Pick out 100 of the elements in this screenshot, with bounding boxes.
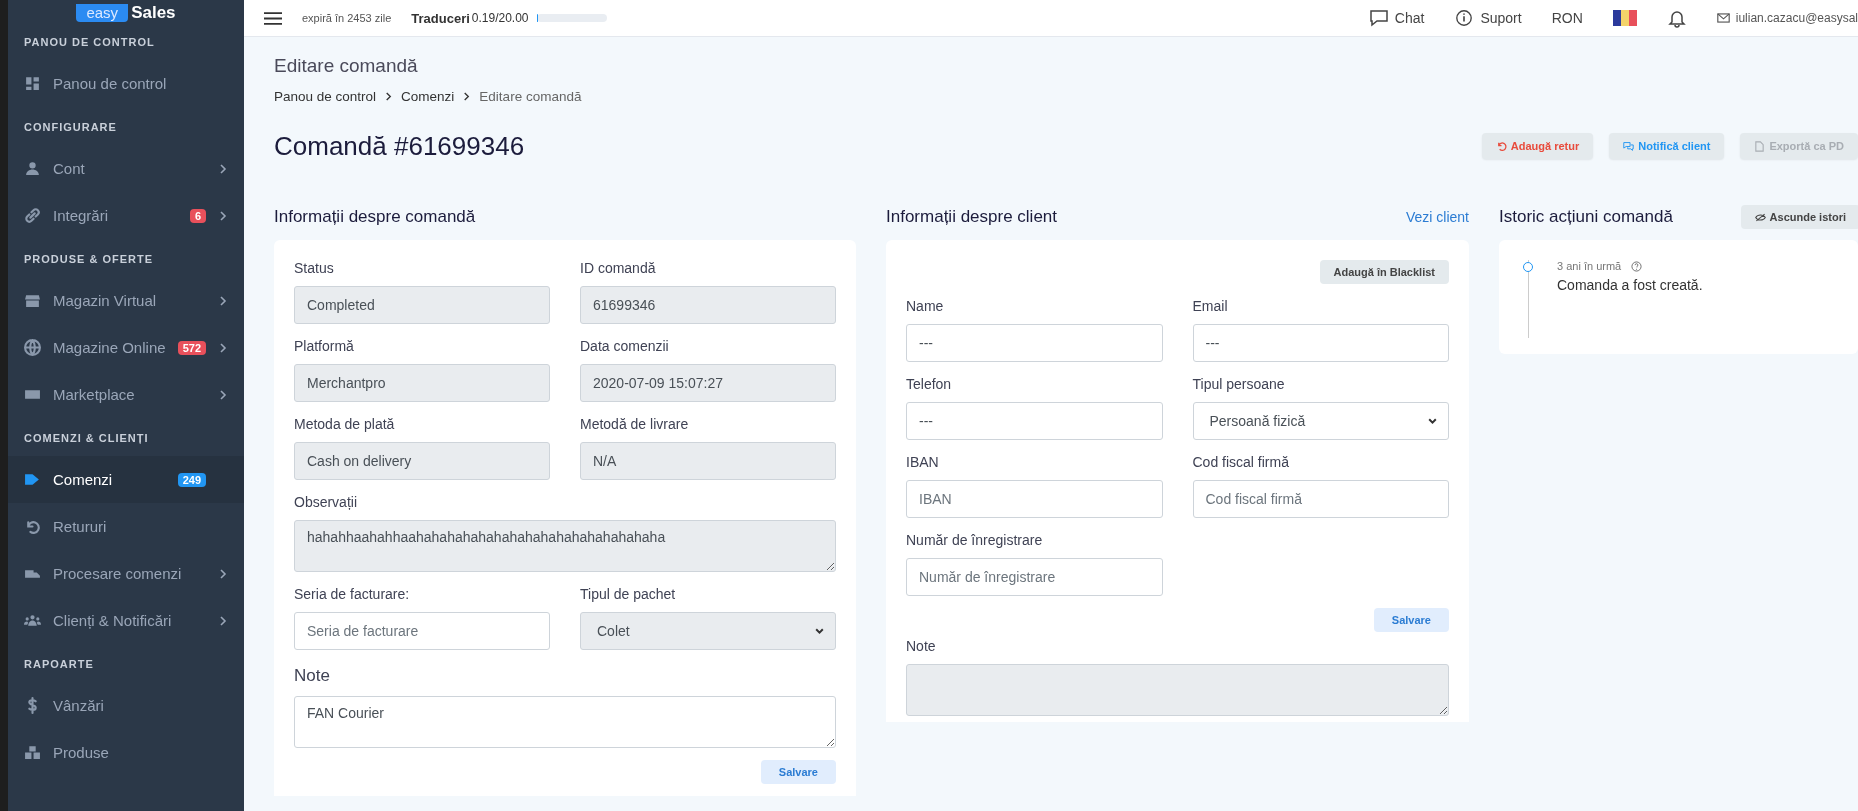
sidebar-item[interactable]: Produse (8, 729, 244, 776)
count-badge: 249 (177, 472, 206, 487)
field-label: Metodă de livrare (580, 416, 690, 432)
sidebar-section-title: RAPOARTE (23, 657, 95, 672)
user-email[interactable]: iulian.cazacu@easysal (1716, 11, 1858, 25)
sidebar-item[interactable]: Vânzări (8, 682, 244, 729)
bell-icon[interactable] (1666, 8, 1687, 28)
globe-icon (24, 339, 41, 356)
sidebar-item[interactable]: Procesare comenzi (8, 550, 244, 597)
field-label: IBAN (906, 454, 940, 470)
link-icon (24, 207, 41, 224)
currency-selector[interactable]: RON (1551, 10, 1583, 26)
field-label: Telefon (906, 376, 953, 392)
expiry-text: expiră în 2453 zile (302, 12, 392, 24)
note-title: Note (294, 666, 331, 686)
chat-bubble-icon (1368, 9, 1389, 27)
view-client-link[interactable]: Vezi client (1405, 209, 1469, 225)
breadcrumb-item[interactable]: Panou de control (274, 89, 377, 104)
readonly-field[interactable]: N/A (580, 442, 836, 480)
sidebar-section-title: CONFIGURARE (23, 120, 118, 135)
chevron-right-icon (384, 92, 394, 101)
field-label: Status (294, 260, 335, 276)
blacklist-button[interactable]: Adaugă în Blacklist (1319, 260, 1449, 284)
section-title: Istoric acțiuni comandă (1499, 207, 1673, 227)
field-label: Email (1192, 298, 1229, 314)
select-field[interactable]: Persoană fizică (1192, 402, 1449, 440)
field-label: Cod fiscal firmă (1192, 454, 1290, 470)
field-label: ID comandă (580, 260, 657, 276)
sidebar-item[interactable]: Magazin Virtual (8, 277, 244, 324)
field-label: Tipul de pachet (580, 586, 677, 602)
quota-value: 0.19/20.00 (471, 11, 529, 25)
readonly-field[interactable]: 2020-07-09 15:07:27 (580, 364, 836, 402)
chevron-right-icon (462, 92, 472, 101)
field-label: Data comenzii (580, 338, 670, 354)
input-field[interactable]: Seria de facturare (294, 612, 550, 650)
input-field[interactable]: Cod fiscal firmă (1192, 480, 1449, 518)
document-icon (1754, 140, 1766, 152)
field-label: Platformă (294, 338, 355, 354)
field-label: Metoda de plată (294, 416, 396, 432)
logo-text: easy (76, 4, 129, 22)
field-label: Note (906, 638, 937, 654)
section-title: Informații despre comandă (274, 207, 476, 227)
chat-bubbles-icon (1623, 140, 1635, 152)
select-field[interactable]: Colet (580, 612, 836, 650)
note-textarea[interactable]: FAN Courier (294, 696, 836, 748)
sidebar-section-title: COMENZI & CLIENȚI (23, 431, 150, 446)
field-label: Name (906, 298, 945, 314)
sidebar-item[interactable]: Clienți & Notificări (8, 597, 244, 644)
hide-history-button[interactable]: Ascunde istori (1740, 205, 1858, 229)
field-label: Tipul persoane (1192, 376, 1286, 392)
sidebar-item[interactable]: Magazine Online 572 (8, 324, 244, 371)
breadcrumb-item[interactable]: Comenzi (401, 89, 455, 104)
user-icon (24, 160, 41, 177)
sidebar-section-title: PANOU DE CONTROL (23, 35, 156, 50)
input-field[interactable]: Număr de înregistrare (906, 558, 1163, 596)
flag-icon[interactable] (1612, 10, 1637, 26)
dashboard-icon (24, 75, 41, 92)
menu-icon[interactable] (264, 11, 282, 25)
field-label: Seria de facturare: (294, 586, 411, 602)
sidebar-item[interactable]: Panou de control (8, 60, 244, 107)
readonly-field[interactable]: 61699346 (580, 286, 836, 324)
sidebar-section-title: PRODUSE & OFERTE (23, 252, 155, 267)
readonly-field[interactable]: Merchantpro (294, 364, 550, 402)
sidebar-item[interactable]: Marketplace (8, 371, 244, 418)
count-badge: 6 (189, 208, 206, 223)
sidebar-item[interactable]: Comenzi 249 (8, 456, 244, 503)
undo-icon (24, 518, 41, 535)
sidebar-item[interactable]: Cont (8, 145, 244, 192)
sidebar-item[interactable]: Integrări 6 (8, 192, 244, 239)
help-icon[interactable] (1631, 260, 1643, 272)
envelope-icon (1716, 13, 1730, 23)
save-button[interactable]: Salvare (1373, 608, 1449, 632)
logo-text: Sales (131, 4, 176, 22)
readonly-textarea[interactable]: hahahhaahahhaahahahahahahahahahahahahahahahaha (294, 520, 836, 572)
breadcrumb-item: Editare comandă (479, 89, 582, 104)
input-field[interactable]: IBAN (906, 480, 1163, 518)
boxes-icon (24, 744, 41, 761)
order-title: Comandă #61699346 (274, 130, 525, 162)
section-title: Informații despre client (886, 207, 1058, 227)
input-field[interactable]: --- (906, 402, 1163, 440)
support-link[interactable]: Suport (1454, 9, 1522, 27)
quota-label: Traduceri (411, 10, 470, 26)
save-button[interactable]: Salvare (760, 760, 836, 784)
undo-icon (1495, 140, 1507, 152)
page-title: Editare comandă (274, 55, 419, 77)
store-icon (24, 292, 41, 309)
users-icon (24, 612, 41, 629)
field-label: Număr de înregistrare (906, 532, 1044, 548)
info-icon (1454, 9, 1475, 27)
readonly-field[interactable]: Completed (294, 286, 550, 324)
input-field[interactable]: --- (906, 324, 1163, 362)
timeline-dot (1523, 262, 1533, 272)
eye-slash-icon (1754, 211, 1766, 223)
history-entry-text: Comanda a fost creată. (1557, 277, 1703, 293)
sidebar-item[interactable]: Retururi (8, 503, 244, 550)
tag-icon (24, 471, 41, 488)
chat-link[interactable]: Chat (1368, 9, 1425, 27)
input-field[interactable]: --- (1192, 324, 1449, 362)
readonly-field[interactable]: Cash on delivery (294, 442, 550, 480)
timestamp: 3 ani în urmă (1557, 260, 1622, 272)
